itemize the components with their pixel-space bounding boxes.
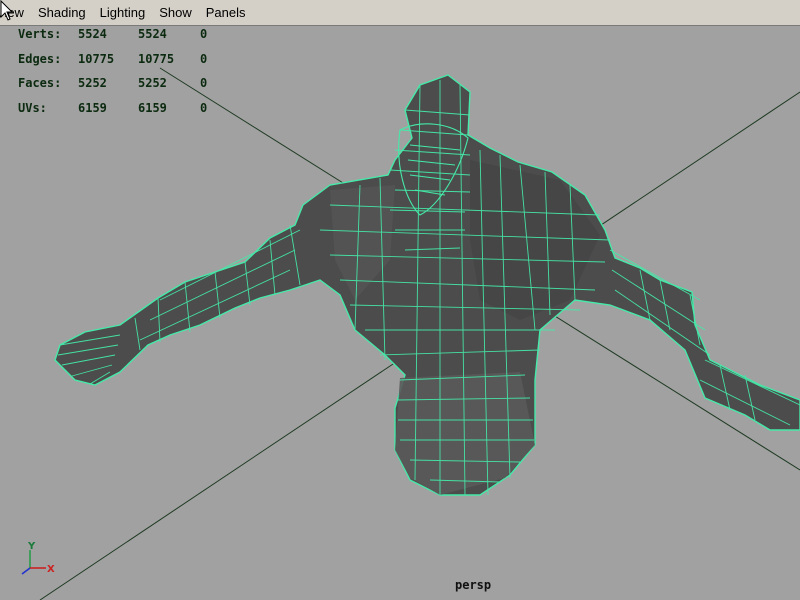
axis-x-label: X [47, 564, 55, 575]
stat-selected: 5524 [138, 27, 167, 41]
axis-y-label: Y [27, 541, 36, 552]
camera-label: persp [455, 578, 492, 592]
viewport-persp[interactable]: View Shading Lighting Show Panels Verts:… [0, 0, 800, 600]
stat-extra: 0 [200, 100, 208, 115]
stat-total: 6159 [78, 100, 107, 115]
stat-extra: 0 [200, 27, 208, 41]
stat-label: Faces: [18, 76, 62, 90]
stat-total: 5252 [78, 76, 107, 90]
stat-selected: 6159 [138, 100, 167, 115]
stat-extra: 0 [200, 76, 208, 90]
stat-total: 5524 [78, 27, 107, 41]
stat-label: Verts: [18, 27, 62, 41]
view-menubar: View Shading Lighting Show Panels [0, 0, 800, 26]
menu-panels[interactable]: Panels [199, 0, 253, 26]
stat-total: 10775 [78, 51, 115, 66]
stat-selected: 10775 [138, 51, 175, 66]
menu-lighting[interactable]: Lighting [93, 0, 153, 26]
stat-extra: 0 [200, 51, 208, 66]
scene-canvas[interactable] [0, 0, 800, 600]
menu-shading[interactable]: Shading [31, 0, 93, 26]
mouse-pointer-icon [0, 0, 14, 21]
stat-selected: 5252 [138, 76, 167, 90]
axis-gizmo: Y X [21, 541, 55, 575]
stat-label: Edges: [18, 51, 62, 66]
mesh-model[interactable] [54, 74, 800, 496]
stat-label: UVs: [18, 100, 47, 115]
menu-show[interactable]: Show [152, 0, 199, 26]
axis-z-line [21, 567, 31, 575]
